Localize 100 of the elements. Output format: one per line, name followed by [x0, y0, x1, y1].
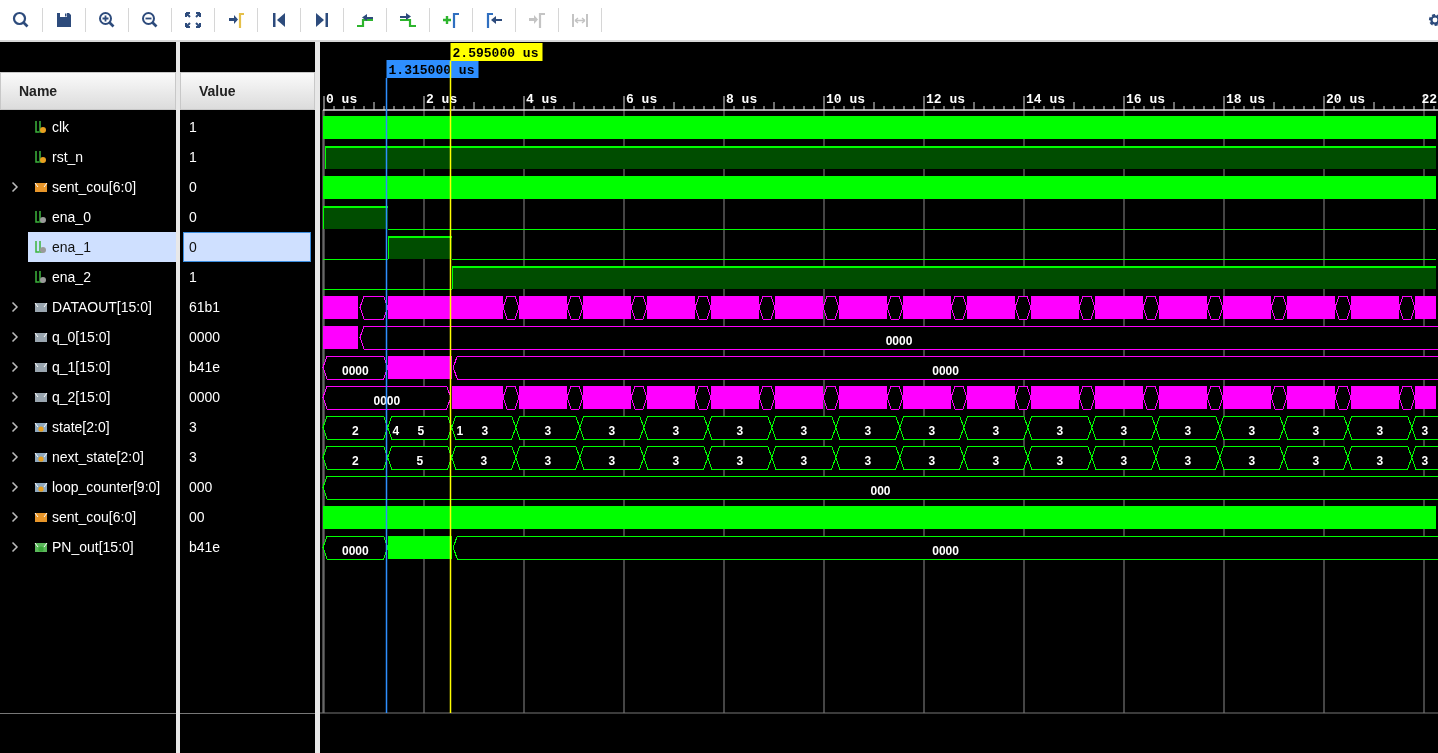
signal-label: sent_cou[6:0]	[52, 177, 137, 197]
chevron-icon[interactable]	[11, 481, 19, 493]
signal-value[interactable]: 0000	[183, 382, 311, 412]
save-icon	[54, 10, 74, 30]
column-header[interactable]: Value	[180, 72, 315, 110]
signal-label: clk	[52, 117, 70, 137]
time-label: 8 us	[726, 92, 758, 107]
signal-label: state[2:0]	[52, 417, 110, 437]
signal-row[interactable]: DATAOUT[15:0]	[28, 292, 176, 322]
signal-row[interactable]: rst_n	[28, 142, 176, 172]
bus-value: 3	[1421, 454, 1429, 468]
signal-value[interactable]: 0000	[183, 322, 311, 352]
bus-value: 3	[1376, 424, 1384, 438]
bus-value: 3	[1120, 424, 1128, 438]
signal-label: DATAOUT[15:0]	[52, 297, 152, 317]
signal-label: loop_counter[9:0]	[52, 477, 161, 497]
time-label: 0 us	[326, 92, 358, 107]
bus-value: 3	[672, 424, 680, 438]
chevron-icon[interactable]	[11, 541, 19, 553]
bus-value: 4	[392, 424, 400, 438]
plus-bracket-icon	[441, 10, 461, 30]
signal-value[interactable]: 00	[183, 502, 311, 532]
bus-value: 3	[672, 454, 680, 468]
signal-row[interactable]: ena_2	[28, 262, 176, 292]
zoom-in-icon	[97, 10, 117, 30]
time-label: 20 us	[1326, 92, 1365, 107]
time-label: 18 us	[1226, 92, 1265, 107]
chevron-icon[interactable]	[11, 301, 19, 313]
cursor-label[interactable]: 1.315000 us	[386, 60, 479, 78]
bracket-left-icon	[484, 10, 504, 30]
bus-value: 3	[1120, 454, 1128, 468]
bus-value: 3	[608, 454, 616, 468]
bus-value: 3	[928, 424, 936, 438]
expand-arrows-icon	[183, 10, 203, 30]
bus-value: 3	[1056, 424, 1064, 438]
bus-value: 3	[1421, 424, 1429, 438]
bus-value: 3	[992, 454, 1000, 468]
chevron-icon[interactable]	[11, 331, 19, 343]
bus-value: 3	[736, 454, 744, 468]
signal-value[interactable]: 0	[183, 232, 311, 262]
chevron-icon[interactable]	[11, 391, 19, 403]
signal-label: ena_0	[52, 207, 91, 227]
bus-value: 5	[417, 424, 425, 438]
bus-value: 3	[928, 454, 936, 468]
bus-value: 3	[1184, 424, 1192, 438]
signal-value[interactable]: b41e	[183, 532, 311, 562]
time-label: 12 us	[926, 92, 965, 107]
bus-value: 3	[1248, 454, 1256, 468]
chevron-icon[interactable]	[11, 181, 19, 193]
signal-row[interactable]: PN_out[15:0]	[28, 532, 176, 562]
bus-value: 0000	[342, 544, 369, 558]
signal-row[interactable]: sent_cou[6:0]	[28, 502, 176, 532]
signal-label: q_1[15:0]	[52, 357, 111, 377]
step-right-icon	[398, 10, 418, 30]
signal-row[interactable]: q_2[15:0]	[28, 382, 176, 412]
signal-value[interactable]: 1	[183, 112, 311, 142]
signal-label: ena_2	[52, 267, 91, 287]
signal-value[interactable]: 0	[183, 172, 311, 202]
zoom-out-icon	[140, 10, 160, 30]
bus-value: 5	[416, 454, 424, 468]
signal-value[interactable]: 3	[183, 442, 311, 472]
bus-value: 000	[870, 484, 891, 498]
signal-value[interactable]: 1	[183, 262, 311, 292]
signal-row[interactable]: q_0[15:0]	[28, 322, 176, 352]
time-label: 6 us	[626, 92, 658, 107]
signal-label: ena_1	[52, 237, 91, 257]
chevron-icon[interactable]	[11, 421, 19, 433]
bus-value: 3	[1184, 454, 1192, 468]
arrow-bracket-icon	[226, 10, 246, 30]
signal-row[interactable]: sent_cou[6:0]	[28, 172, 176, 202]
bus-value: 3	[480, 454, 488, 468]
bus-value: 3	[800, 424, 808, 438]
signal-row[interactable]: loop_counter[9:0]	[28, 472, 176, 502]
signal-row[interactable]: ena_1	[28, 232, 176, 262]
bus-value: 1	[456, 424, 464, 438]
signal-value[interactable]: 0	[183, 202, 311, 232]
chevron-icon[interactable]	[11, 361, 19, 373]
time-label: 10 us	[826, 92, 865, 107]
signal-value[interactable]: 000	[183, 472, 311, 502]
signal-value[interactable]: b41e	[183, 352, 311, 382]
signal-value[interactable]: 61b1	[183, 292, 311, 322]
signal-label: q_0[15:0]	[52, 327, 111, 347]
signal-row[interactable]: clk	[28, 112, 176, 142]
bus-value: 3	[608, 424, 616, 438]
signal-value[interactable]: 1	[183, 142, 311, 172]
signal-row[interactable]: q_1[15:0]	[28, 352, 176, 382]
arrow-bracket-icon	[527, 10, 547, 30]
signal-value[interactable]: 3	[183, 412, 311, 442]
time-label: 16 us	[1126, 92, 1165, 107]
signal-row[interactable]: next_state[2:0]	[28, 442, 176, 472]
signal-row[interactable]: ena_0	[28, 202, 176, 232]
time-label: 14 us	[1026, 92, 1065, 107]
search-icon	[11, 10, 31, 30]
column-header[interactable]: Name	[0, 72, 176, 110]
chevron-icon[interactable]	[11, 511, 19, 523]
bus-value: 3	[800, 454, 808, 468]
cursor-label[interactable]: 2.595000 us	[450, 43, 543, 61]
bus-value: 0000	[932, 364, 959, 378]
chevron-icon[interactable]	[11, 451, 19, 463]
signal-row[interactable]: state[2:0]	[28, 412, 176, 442]
